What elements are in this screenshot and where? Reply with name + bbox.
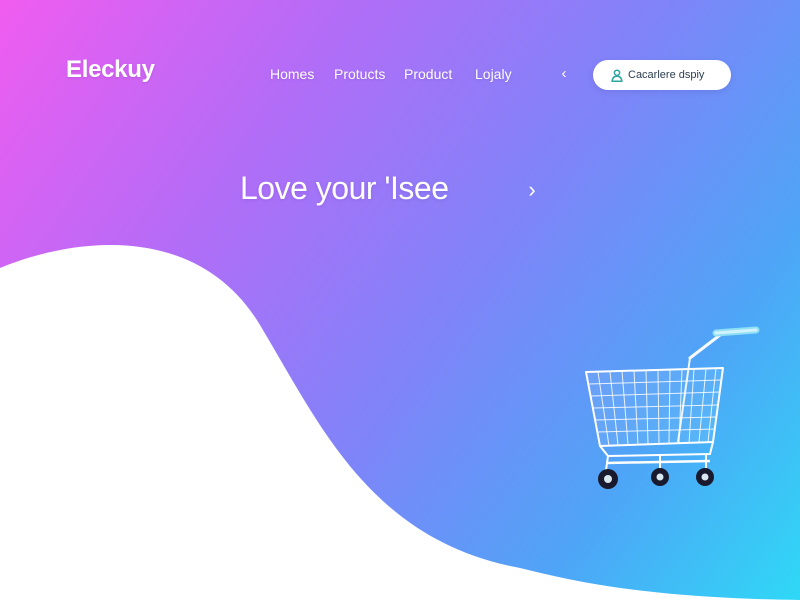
top-navigation-bar: Eleckuy Homes Protucts Product Lojaly ‹ … [0, 0, 800, 150]
chevron-right-icon[interactable]: › [522, 178, 542, 202]
shopping-cart-icon [585, 326, 760, 489]
nav-link-product[interactable]: Product [404, 66, 452, 82]
account-button-label: Cacarlere dspiy [628, 69, 705, 81]
chevron-left-icon[interactable]: ‹ [556, 64, 572, 84]
brand-logo[interactable]: Eleckuy [66, 56, 155, 84]
nav-link-homes[interactable]: Homes [270, 66, 314, 82]
account-button[interactable]: Cacarlere dspiy [593, 60, 731, 90]
hero-headline: Love your 'Isee [240, 170, 449, 206]
nav-link-lojaly[interactable]: Lojaly [475, 66, 512, 82]
user-icon [611, 68, 623, 82]
nav-link-protucts[interactable]: Protucts [334, 66, 385, 82]
